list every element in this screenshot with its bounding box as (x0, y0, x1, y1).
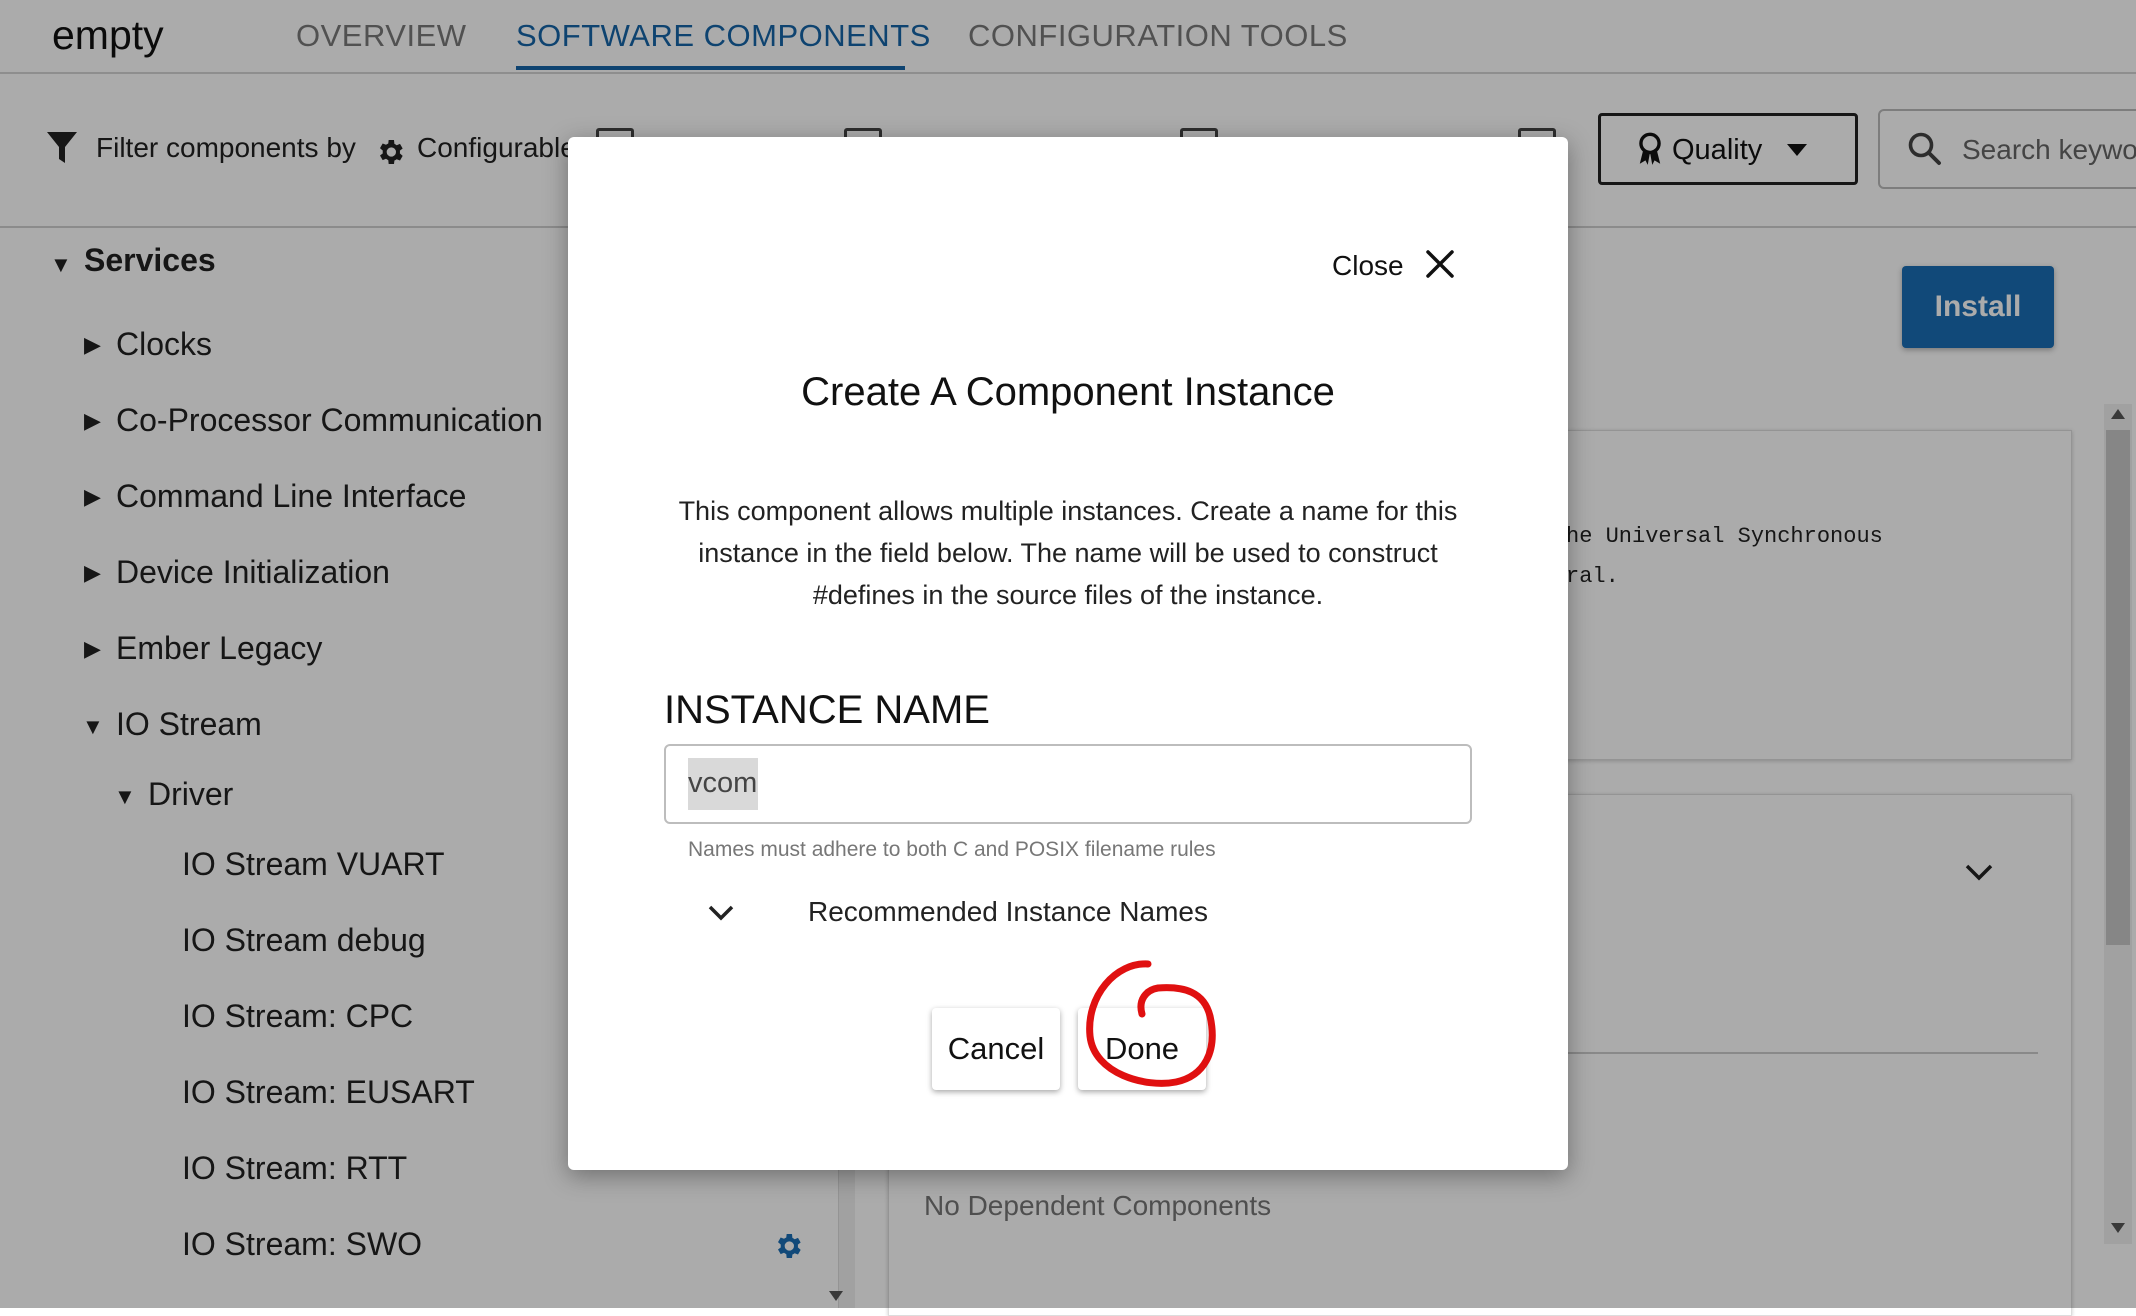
dialog-description: This component allows multiple instances… (678, 496, 1458, 610)
instance-name-input[interactable] (664, 744, 1472, 824)
instance-name-label: INSTANCE NAME (664, 688, 990, 732)
chevron-down-icon[interactable] (704, 896, 738, 930)
create-instance-dialog (568, 137, 1568, 1170)
close-button-label[interactable]: Close (1332, 250, 1404, 282)
instance-name-value[interactable]: vcom (688, 767, 757, 800)
red-circle-annotation (1086, 960, 1216, 1087)
cancel-button[interactable]: Cancel (932, 1008, 1060, 1090)
close-icon[interactable] (1420, 244, 1460, 284)
recommended-names-toggle[interactable]: Recommended Instance Names (808, 896, 1208, 928)
instance-name-helper-text: Names must adhere to both C and POSIX fi… (688, 838, 1216, 861)
dialog-title: Create A Component Instance (801, 370, 1335, 414)
